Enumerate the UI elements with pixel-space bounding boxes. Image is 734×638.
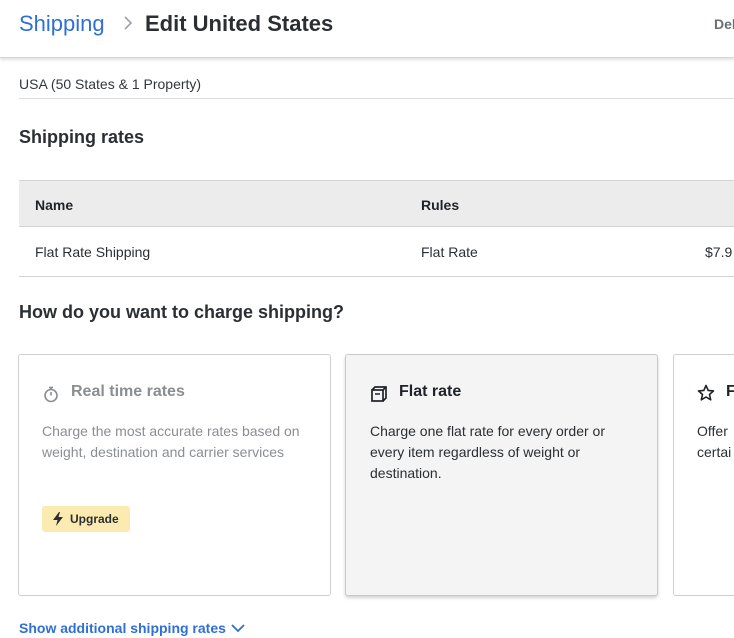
chevron-right-icon xyxy=(124,16,133,30)
chevron-down-icon[interactable] xyxy=(230,621,246,635)
divider xyxy=(19,98,734,99)
option-title: F xyxy=(726,383,734,400)
upgrade-label: Upgrade xyxy=(70,512,119,526)
option-description: Offer certai xyxy=(697,423,732,460)
breadcrumb-shipping-link[interactable]: Shipping xyxy=(19,11,105,37)
shipping-rates-heading: Shipping rates xyxy=(19,127,145,147)
option-description: Charge one flat rate for every order or … xyxy=(370,423,606,481)
delete-button[interactable]: Delete xyxy=(714,16,734,32)
column-header-rules: Rules xyxy=(421,197,460,213)
flat-rate-option[interactable]: Flat rate Charge one flat rate for every… xyxy=(345,354,658,596)
box-icon xyxy=(371,386,387,402)
option-description: Charge the most accurate rates based on … xyxy=(42,423,300,460)
table-row[interactable]: Flat Rate Shipping Flat Rate $7.9 xyxy=(19,227,734,277)
charge-shipping-heading: How do you want to charge shipping? xyxy=(19,302,344,322)
stopwatch-icon xyxy=(44,386,58,403)
shipping-rates-table: Name Rules Flat Rate Shipping Flat Rate … xyxy=(19,180,734,277)
zone-description: USA (50 States & 1 Property) xyxy=(19,76,202,92)
option-title: Real time rates xyxy=(71,383,185,400)
page-title: Edit United States xyxy=(145,11,334,36)
rate-price: $7.9 xyxy=(705,244,733,260)
upgrade-badge[interactable]: Upgrade xyxy=(42,506,130,532)
rate-name: Flat Rate Shipping xyxy=(35,244,151,260)
free-shipping-option[interactable]: F Offer certai xyxy=(673,354,734,596)
table-header: Name Rules xyxy=(19,180,734,227)
rate-rule: Flat Rate xyxy=(421,244,478,260)
option-title: Flat rate xyxy=(399,383,462,400)
real-time-rates-option[interactable]: Real time rates Charge the most accurate… xyxy=(18,354,331,596)
show-additional-rates-link[interactable]: Show additional shipping rates xyxy=(19,620,226,636)
page-header: Shipping Edit United States Delete xyxy=(0,0,734,58)
lightning-icon xyxy=(53,512,63,526)
star-icon xyxy=(697,384,715,401)
column-header-name: Name xyxy=(35,197,74,213)
